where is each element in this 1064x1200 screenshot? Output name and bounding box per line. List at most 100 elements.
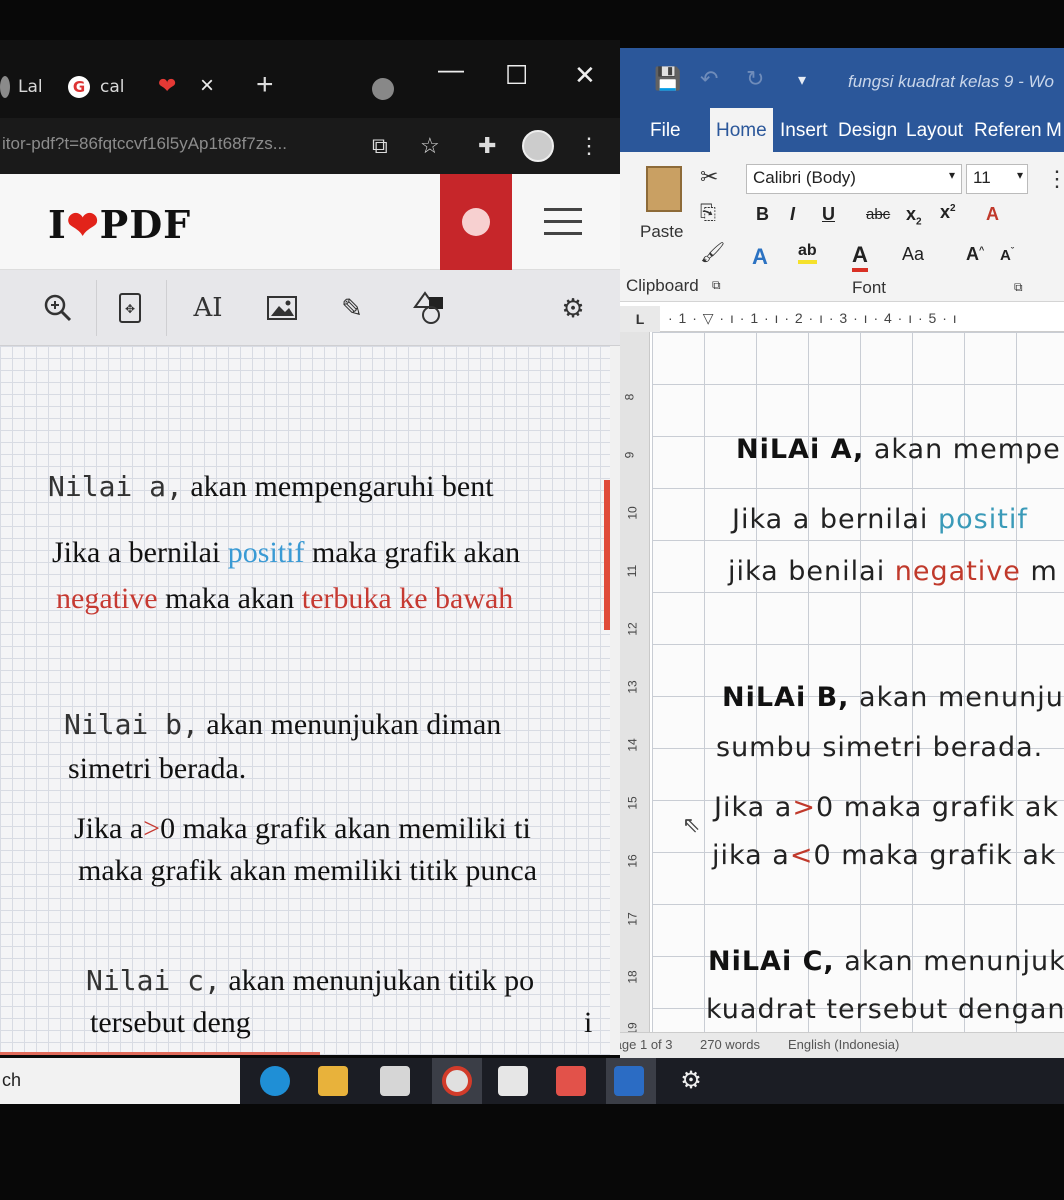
pdf-line-positif: Jika a bernilai positif maka grafik akan xyxy=(52,536,521,569)
windows-taskbar: ch ⚙ xyxy=(0,1058,1064,1104)
account-button[interactable] xyxy=(440,174,512,270)
move-icon[interactable]: ✥ xyxy=(104,270,156,346)
chrome-icon[interactable] xyxy=(442,1066,472,1096)
doc-line-positif: Jika a bernilai positif xyxy=(732,504,1028,535)
chrome-menu-icon[interactable]: ⋮ xyxy=(578,133,600,159)
doc-line-nilai-c: NiLAi C, akan menunjuka xyxy=(708,946,1064,977)
pdf-line-nilai-b: Nilai b, akan menunjukan diman xyxy=(64,708,502,741)
store-icon[interactable] xyxy=(380,1066,410,1096)
browser-tab-ilovepdf[interactable]: ❤ xyxy=(158,70,176,104)
clipboard-group-label: Clipboard xyxy=(626,276,699,295)
file-explorer-icon[interactable] xyxy=(318,1066,348,1096)
pencil-icon[interactable]: ✎ xyxy=(324,270,380,346)
tab-search-icon[interactable] xyxy=(372,78,394,100)
change-case-button[interactable]: Aa xyxy=(902,244,924,265)
customize-qat-icon[interactable]: ▾ xyxy=(798,70,806,90)
grow-font-icon[interactable]: A^ xyxy=(966,244,984,265)
url-field[interactable]: itor-pdf?t=86fqtccvf16l5yAp1t68f7zs... xyxy=(2,134,287,154)
user-icon xyxy=(462,208,490,236)
browser-tab-1[interactable]: Lal xyxy=(0,70,43,104)
clear-formatting-icon[interactable]: A xyxy=(986,204,999,225)
browser-tab-2[interactable]: G cal xyxy=(68,70,125,104)
paste-icon[interactable] xyxy=(646,166,682,212)
translate-icon[interactable]: ⧉ xyxy=(372,133,388,159)
bold-button[interactable]: B xyxy=(756,204,769,225)
pdf-editor-toolbar: ✥ AI ✎ ⚙ xyxy=(0,270,620,346)
pdf-scroll-indicator[interactable] xyxy=(604,480,610,630)
extensions-icon[interactable]: ✚ xyxy=(478,133,496,159)
google-icon: G xyxy=(68,76,90,98)
redo-icon[interactable]: ↻ xyxy=(746,66,764,92)
mail-icon[interactable] xyxy=(498,1066,528,1096)
settings-icon[interactable]: ⚙ xyxy=(548,270,598,346)
svg-text:✥: ✥ xyxy=(125,302,135,316)
mouse-cursor-icon: ⇖ xyxy=(682,812,701,837)
profile-avatar[interactable] xyxy=(522,130,554,162)
chrome-window: Lal G cal ❤ × + — ☐ ✕ itor-pdf?t=86fqtcc… xyxy=(0,40,620,1055)
text-tool-icon[interactable]: AI xyxy=(178,270,238,346)
desktop-screen: Lal G cal ❤ × + — ☐ ✕ itor-pdf?t=86fqtcc… xyxy=(0,0,1064,1200)
pdf-line-nilai-c: Nilai c, akan menunjukan titik po xyxy=(86,964,535,997)
ilovepdf-logo[interactable]: I❤PDF xyxy=(48,202,191,247)
hamburger-menu-icon[interactable] xyxy=(544,208,582,238)
highlight-icon[interactable]: ab xyxy=(798,242,817,264)
document-title: fungsi kuadrat kelas 9 - Wo xyxy=(848,72,1054,91)
tab-selector[interactable]: L xyxy=(620,306,660,332)
italic-button[interactable]: I xyxy=(790,204,795,225)
strikethrough-button[interactable]: abc xyxy=(866,206,890,223)
minimize-button[interactable]: — xyxy=(438,54,464,85)
undo-icon[interactable]: ↶ xyxy=(700,66,718,92)
more-options-icon[interactable]: ⋮ xyxy=(1046,166,1064,192)
font-group-label: Font xyxy=(852,278,887,297)
bookmark-star-icon[interactable]: ☆ xyxy=(420,133,440,159)
superscript-button[interactable]: x2 xyxy=(940,202,956,223)
tab-label: Lal xyxy=(18,77,43,97)
font-size-select[interactable]: 11 ▾ xyxy=(966,164,1028,194)
new-tab-button[interactable]: + xyxy=(256,68,274,102)
settings-icon[interactable]: ⚙ xyxy=(676,1066,706,1096)
subscript-button[interactable]: x2 xyxy=(906,204,922,228)
word-document-page[interactable]: NiLAi A, akan mempe Jika a bernilai posi… xyxy=(652,332,1064,1032)
edge-icon[interactable] xyxy=(260,1066,290,1096)
pdf-page-canvas[interactable]: Nilai a, akan mempengaruhi bent Jika a b… xyxy=(0,346,610,1055)
tab-insert[interactable]: Insert xyxy=(780,120,828,142)
doc-line-nilai-a: NiLAi A, akan mempe xyxy=(736,434,1061,465)
ilovepdf-header: I❤PDF xyxy=(0,174,620,270)
paste-button[interactable]: Paste xyxy=(640,222,683,242)
tab-file[interactable]: File xyxy=(650,120,681,142)
page-count[interactable]: Page 1 of 3 xyxy=(620,1037,673,1052)
address-bar: itor-pdf?t=86fqtccvf16l5yAp1t68f7zs... ⧉… xyxy=(0,118,620,174)
word-icon[interactable] xyxy=(614,1066,644,1096)
zoom-in-icon[interactable] xyxy=(28,270,88,346)
underline-button[interactable]: U xyxy=(822,204,835,225)
image-icon[interactable] xyxy=(254,270,310,346)
tab-home[interactable]: Home xyxy=(710,108,773,152)
copy-icon[interactable]: ⎘ xyxy=(700,202,716,225)
shrink-font-icon[interactable]: Aˇ xyxy=(1000,246,1014,264)
taskbar-search[interactable]: ch xyxy=(0,1058,240,1104)
tab-mailings[interactable]: M xyxy=(1046,120,1062,142)
cut-icon[interactable]: ✂ xyxy=(700,164,718,190)
language-indicator[interactable]: English (Indonesia) xyxy=(788,1037,899,1052)
pdf-line-simetri: simetri berada. xyxy=(68,752,247,785)
tab-close-icon[interactable]: × xyxy=(200,72,214,100)
tab-favicon-icon xyxy=(0,76,10,98)
doc-line-negative: jika benilai negative m xyxy=(728,556,1058,587)
save-icon[interactable]: 💾 xyxy=(654,66,681,92)
font-launcher-icon[interactable]: ⧉ xyxy=(1014,280,1023,295)
anydesk-icon[interactable] xyxy=(556,1066,586,1096)
pdf-progress-bar xyxy=(0,1052,320,1055)
shapes-icon[interactable] xyxy=(398,270,460,346)
format-painter-icon[interactable]: 🖌 xyxy=(700,240,725,265)
maximize-button[interactable]: ☐ xyxy=(505,60,528,91)
font-color-icon[interactable]: A xyxy=(852,242,868,272)
horizontal-ruler[interactable]: · 1 · ▽ · ı · 1 · ı · 2 · ı · 3 · ı · 4 … xyxy=(660,306,1064,332)
font-name-select[interactable]: Calibri (Body) ▾ xyxy=(746,164,962,194)
word-count[interactable]: 270 words xyxy=(700,1037,760,1052)
close-window-button[interactable]: ✕ xyxy=(574,60,596,91)
tab-design[interactable]: Design xyxy=(838,120,897,142)
tab-references[interactable]: Referen xyxy=(974,120,1042,142)
text-effects-icon[interactable]: A xyxy=(752,244,768,270)
tab-layout[interactable]: Layout xyxy=(906,120,963,142)
clipboard-launcher-icon[interactable]: ⧉ xyxy=(712,278,721,293)
